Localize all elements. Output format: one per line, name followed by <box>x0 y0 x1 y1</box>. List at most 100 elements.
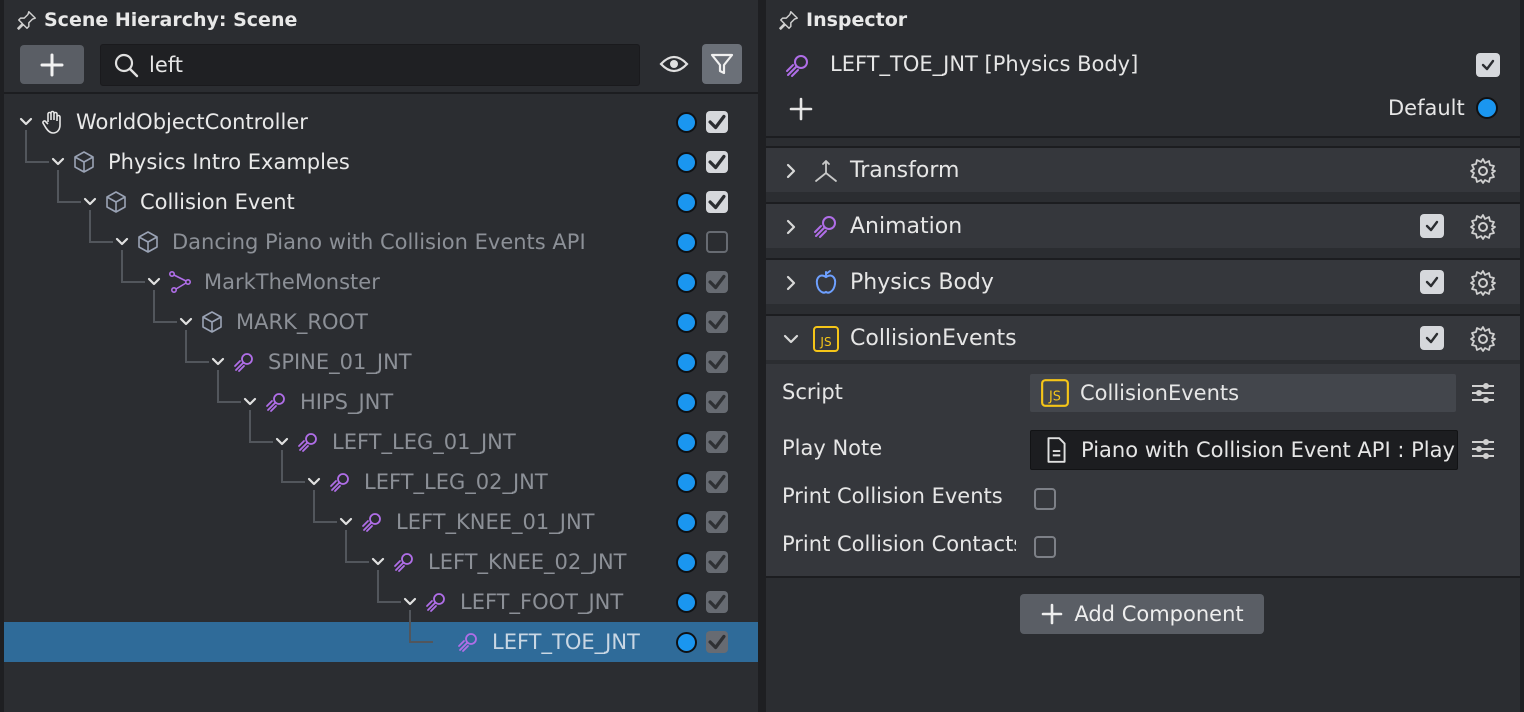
node-enabled-checkbox[interactable] <box>706 191 728 213</box>
chevron-down-icon[interactable] <box>274 434 290 450</box>
inspector-title-text: Inspector <box>806 9 908 31</box>
node-visibility-dot[interactable] <box>676 192 697 213</box>
node-visibility-dot[interactable] <box>676 552 697 573</box>
gear-icon[interactable] <box>1468 156 1498 186</box>
node-enabled-checkbox[interactable] <box>706 351 728 373</box>
node-visibility-dot[interactable] <box>676 112 697 133</box>
gear-icon[interactable] <box>1468 324 1498 354</box>
chevron-down-icon[interactable] <box>242 394 258 410</box>
tree-row[interactable]: LEFT_LEG_02_JNT <box>4 450 758 502</box>
chevron-down-icon[interactable] <box>210 354 226 370</box>
tree-row[interactable]: Dancing Piano with Collision Events API <box>4 210 758 262</box>
filter-button[interactable] <box>702 44 742 84</box>
tree-guide-line <box>57 170 59 202</box>
chevron-down-icon[interactable] <box>338 514 354 530</box>
component-enabled-checkbox[interactable] <box>1420 214 1444 238</box>
tree-node-label: SPINE_01_JNT <box>268 350 412 374</box>
joint-icon <box>392 550 416 574</box>
tree-row[interactable]: WorldObjectController <box>4 102 758 142</box>
node-enabled-checkbox[interactable] <box>706 431 728 453</box>
chevron-down-icon[interactable] <box>782 330 800 348</box>
node-visibility-dot[interactable] <box>676 592 697 613</box>
pin-icon[interactable] <box>778 9 800 31</box>
print-collision-events-checkbox[interactable] <box>1034 488 1056 510</box>
tree-row[interactable]: MARK_ROOT <box>4 290 758 342</box>
node-enabled-checkbox[interactable] <box>706 631 728 653</box>
layer-dot[interactable] <box>1476 97 1498 119</box>
tree-row[interactable]: LEFT_KNEE_01_JNT <box>4 490 758 542</box>
chevron-down-icon[interactable] <box>50 154 66 170</box>
node-enabled-checkbox[interactable] <box>706 271 728 293</box>
tree-row[interactable]: LEFT_FOOT_JNT <box>4 570 758 622</box>
node-visibility-dot[interactable] <box>676 312 697 333</box>
layer-label[interactable]: Default <box>1388 96 1465 120</box>
chevron-down-icon[interactable] <box>306 474 322 490</box>
chevron-down-icon[interactable] <box>402 594 418 610</box>
tree-row[interactable]: Physics Intro Examples <box>4 130 758 182</box>
tree-row[interactable]: LEFT_KNEE_02_JNT <box>4 530 758 582</box>
chevron-down-icon[interactable] <box>18 114 34 130</box>
add-component-label: Add Component <box>1074 602 1244 626</box>
tree-row[interactable]: HIPS_JNT <box>4 370 758 422</box>
chevron-down-icon[interactable] <box>146 274 162 290</box>
gear-icon[interactable] <box>1468 268 1498 298</box>
search-input[interactable] <box>149 53 619 77</box>
print-collision-contacts-checkbox[interactable] <box>1034 536 1056 558</box>
chevron-down-icon[interactable] <box>370 554 386 570</box>
component-enabled-checkbox[interactable] <box>1420 270 1444 294</box>
node-visibility-dot[interactable] <box>676 352 697 373</box>
node-enabled-checkbox[interactable] <box>706 151 728 173</box>
node-visibility-dot[interactable] <box>676 432 697 453</box>
gear-icon[interactable] <box>1468 212 1498 242</box>
tree-node-label: Physics Intro Examples <box>108 150 350 174</box>
node-enabled-checkbox[interactable] <box>706 551 728 573</box>
component-animation[interactable]: Animation <box>766 202 1520 248</box>
transform-icon <box>815 160 837 182</box>
chevron-right-icon[interactable] <box>782 274 800 292</box>
tree-row[interactable]: MarkTheMonster <box>4 250 758 302</box>
node-visibility-dot[interactable] <box>676 472 697 493</box>
chevron-down-icon[interactable] <box>114 234 130 250</box>
node-enabled-checkbox[interactable] <box>706 111 728 133</box>
component-physics-body[interactable]: Physics Body <box>766 258 1520 304</box>
component-transform[interactable]: Transform <box>766 146 1520 192</box>
chevron-down-icon[interactable] <box>82 194 98 210</box>
node-visibility-dot[interactable] <box>676 232 697 253</box>
script-field[interactable]: JS CollisionEvents <box>1030 374 1456 412</box>
tree-row[interactable]: SPINE_01_JNT <box>4 330 758 382</box>
add-object-button[interactable] <box>20 45 84 84</box>
sliders-icon[interactable] <box>1470 380 1496 406</box>
visibility-toggle-button[interactable] <box>656 46 692 82</box>
component-label: CollisionEvents <box>850 326 1017 351</box>
node-visibility-dot[interactable] <box>676 392 697 413</box>
node-visibility-dot[interactable] <box>676 152 697 173</box>
plus-icon[interactable] <box>788 96 814 122</box>
pin-icon[interactable] <box>16 9 38 31</box>
object-enabled-checkbox[interactable] <box>1476 53 1500 77</box>
sliders-icon[interactable] <box>1470 436 1496 462</box>
node-enabled-checkbox[interactable] <box>706 471 728 493</box>
node-enabled-checkbox[interactable] <box>706 511 728 533</box>
node-enabled-checkbox[interactable] <box>706 231 728 253</box>
component-enabled-checkbox[interactable] <box>1420 326 1444 350</box>
chevron-right-icon[interactable] <box>782 162 800 180</box>
selected-object-name[interactable]: LEFT_TOE_JNT [Physics Body] <box>830 52 1138 76</box>
tree-guide-line <box>25 161 49 163</box>
play-note-field[interactable]: Piano with Collision Event API : Play <box>1030 430 1458 470</box>
component-collision-events[interactable]: JS CollisionEvents <box>766 314 1520 360</box>
node-enabled-checkbox[interactable] <box>706 311 728 333</box>
node-visibility-dot[interactable] <box>676 512 697 533</box>
add-component-button[interactable]: Add Component <box>1020 594 1264 634</box>
chevron-right-icon[interactable] <box>782 218 800 236</box>
node-enabled-checkbox[interactable] <box>706 591 728 613</box>
chevron-down-icon[interactable] <box>178 314 194 330</box>
tree-row[interactable]: LEFT_LEG_01_JNT <box>4 410 758 462</box>
check-icon <box>1425 332 1439 344</box>
tree-guide-line <box>377 601 401 603</box>
plus-icon <box>1042 603 1063 625</box>
node-enabled-checkbox[interactable] <box>706 391 728 413</box>
tree-row[interactable]: Collision Event <box>4 170 758 222</box>
node-visibility-dot[interactable] <box>676 632 697 653</box>
tree-row[interactable]: LEFT_TOE_JNT <box>4 610 758 662</box>
node-visibility-dot[interactable] <box>676 272 697 293</box>
